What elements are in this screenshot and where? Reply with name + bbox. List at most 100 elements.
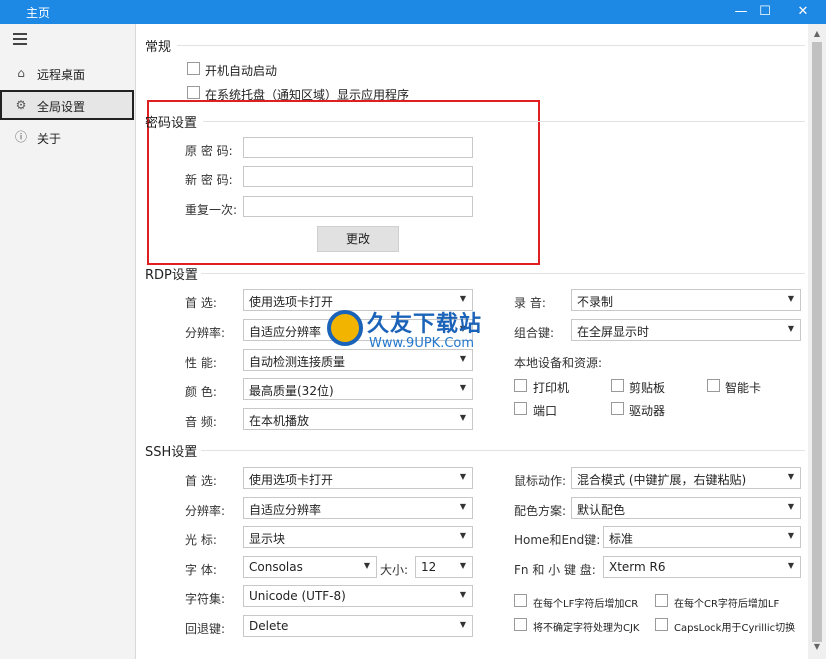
new-password-input[interactable] <box>243 166 473 187</box>
old-password-input[interactable] <box>243 137 473 158</box>
scrollbar-thumb[interactable] <box>812 42 822 642</box>
sidebar-item-remote-desktop[interactable]: ⌂ 远程桌面 <box>0 58 135 88</box>
ssh-homeend-select[interactable]: 标准 ▼ <box>603 526 801 548</box>
ssh-charset-select[interactable]: Unicode (UTF-8) ▼ <box>243 585 473 607</box>
ssh-section-title: SSH设置 <box>145 445 198 460</box>
drive-checkbox[interactable] <box>611 402 624 415</box>
ssh-scheme-label: 配色方案: <box>514 504 567 518</box>
dropdown-arrow-icon: ▼ <box>459 502 466 511</box>
autostart-checkbox[interactable] <box>187 62 200 75</box>
ssh-cursor-select[interactable]: 显示块 ▼ <box>243 526 473 548</box>
dropdown-arrow-icon: ▼ <box>787 561 794 570</box>
ssh-preferred-label: 首 选: <box>185 474 217 488</box>
dropdown-arrow-icon: ▼ <box>459 472 466 481</box>
sidebar-item-label: 关于 <box>37 132 62 146</box>
ssh-mouse-select[interactable]: 混合模式 (中键扩展，右键粘贴) ▼ <box>571 467 801 489</box>
ssh-backspace-select[interactable]: Delete ▼ <box>243 615 473 637</box>
gear-icon: ⚙ <box>15 98 27 112</box>
rdp-color-select[interactable]: 最高质量(32位) ▼ <box>243 378 473 400</box>
sidebar: ⌂ 远程桌面 ⚙ 全局设置 ⓘ 关于 <box>0 24 136 659</box>
ssh-size-label: 大小: <box>380 563 409 577</box>
rdp-resolution-label: 分辨率: <box>185 326 226 340</box>
rdp-combo-label: 组合键: <box>514 326 555 340</box>
hamburger-menu-icon[interactable] <box>13 33 27 47</box>
repeat-password-label: 重复一次: <box>185 203 238 217</box>
cr-lf-checkbox[interactable] <box>655 594 668 607</box>
scroll-down-icon[interactable]: ▼ <box>808 639 826 655</box>
maximize-button[interactable]: ☐ <box>748 0 782 24</box>
watermark-url: Www.9UPK.Com <box>369 336 475 351</box>
rdp-audio-label: 音 频: <box>185 415 217 429</box>
old-password-label: 原 密 码: <box>185 144 233 158</box>
dropdown-arrow-icon: ▼ <box>459 531 466 540</box>
local-devices-label: 本地设备和资源: <box>514 356 603 370</box>
rdp-performance-label: 性 能: <box>185 356 217 370</box>
rdp-audio-select[interactable]: 在本机播放 ▼ <box>243 408 473 430</box>
dropdown-arrow-icon: ▼ <box>459 590 466 599</box>
dropdown-arrow-icon: ▼ <box>459 561 466 570</box>
dropdown-arrow-icon: ▼ <box>459 294 466 303</box>
ssh-fn-label: Fn 和 小 键 盘: <box>514 563 596 577</box>
vertical-scrollbar[interactable]: ▲ ▼ <box>808 24 826 659</box>
capslock-checkbox[interactable] <box>655 618 668 631</box>
section-divider <box>201 273 805 274</box>
dropdown-arrow-icon: ▼ <box>787 531 794 540</box>
scroll-up-icon[interactable]: ▲ <box>808 26 826 42</box>
dropdown-arrow-icon: ▼ <box>459 383 466 392</box>
ssh-homeend-label: Home和End键: <box>514 533 601 547</box>
printer-checkbox[interactable] <box>514 379 527 392</box>
port-checkbox[interactable] <box>514 402 527 415</box>
general-section-title: 常规 <box>145 40 172 55</box>
cjk-label: 将不确定字符处理为CJK <box>533 623 640 634</box>
ssh-resolution-label: 分辨率: <box>185 504 226 518</box>
section-divider <box>177 45 805 46</box>
info-icon: ⓘ <box>14 130 27 144</box>
ssh-charset-label: 字符集: <box>185 592 226 606</box>
section-divider <box>203 121 805 122</box>
ssh-resolution-select[interactable]: 自适应分辨率 ▼ <box>243 497 473 519</box>
autostart-label: 开机自动启动 <box>205 64 278 78</box>
port-label: 端口 <box>533 404 558 418</box>
cjk-checkbox[interactable] <box>514 618 527 631</box>
repeat-password-input[interactable] <box>243 196 473 217</box>
lf-cr-label: 在每个LF字符后增加CR <box>533 599 639 610</box>
rdp-record-select[interactable]: 不录制 ▼ <box>571 289 801 311</box>
dropdown-arrow-icon: ▼ <box>787 324 794 333</box>
ssh-size-select[interactable]: 12 ▼ <box>415 556 473 578</box>
ssh-scheme-select[interactable]: 默认配色 ▼ <box>571 497 801 519</box>
watermark-name: 久友下载站 <box>367 312 483 337</box>
rdp-color-label: 颜 色: <box>185 385 217 399</box>
ssh-backspace-label: 回退键: <box>185 622 226 636</box>
ssh-font-select[interactable]: Consolas ▼ <box>243 556 377 578</box>
close-button[interactable]: ✕ <box>786 0 820 24</box>
ssh-cursor-label: 光 标: <box>185 533 217 547</box>
settings-content: 常规 开机自动启动 在系统托盘（通知区域）显示应用程序 密码设置 原 密 码: … <box>137 24 808 659</box>
drive-label: 驱动器 <box>629 404 666 418</box>
new-password-label: 新 密 码: <box>185 173 233 187</box>
printer-label: 打印机 <box>533 381 570 395</box>
ssh-preferred-select[interactable]: 使用选项卡打开 ▼ <box>243 467 473 489</box>
ssh-font-label: 字 体: <box>185 563 217 577</box>
dropdown-arrow-icon: ▼ <box>363 561 370 570</box>
smartcard-checkbox[interactable] <box>707 379 720 392</box>
change-password-button[interactable]: 更改 <box>317 226 399 252</box>
dropdown-arrow-icon: ▼ <box>459 354 466 363</box>
rdp-record-label: 录 音: <box>514 296 546 310</box>
password-section-title: 密码设置 <box>145 116 198 131</box>
sidebar-item-about[interactable]: ⓘ 关于 <box>0 122 135 152</box>
sidebar-item-label: 远程桌面 <box>37 68 86 82</box>
ssh-fn-select[interactable]: Xterm R6 ▼ <box>603 556 801 578</box>
ssh-mouse-label: 鼠标动作: <box>514 474 567 488</box>
dropdown-arrow-icon: ▼ <box>459 413 466 422</box>
window-title: 主页 <box>26 6 51 20</box>
rdp-combo-select[interactable]: 在全屏显示时 ▼ <box>571 319 801 341</box>
rdp-section-title: RDP设置 <box>145 268 198 283</box>
capslock-label: CapsLock用于Cyrillic切换 <box>674 623 796 634</box>
clipboard-checkbox[interactable] <box>611 379 624 392</box>
section-divider <box>201 450 805 451</box>
dropdown-arrow-icon: ▼ <box>787 472 794 481</box>
tray-checkbox[interactable] <box>187 86 200 99</box>
dropdown-arrow-icon: ▼ <box>787 294 794 303</box>
sidebar-item-global-settings[interactable]: ⚙ 全局设置 <box>0 90 134 120</box>
lf-cr-checkbox[interactable] <box>514 594 527 607</box>
